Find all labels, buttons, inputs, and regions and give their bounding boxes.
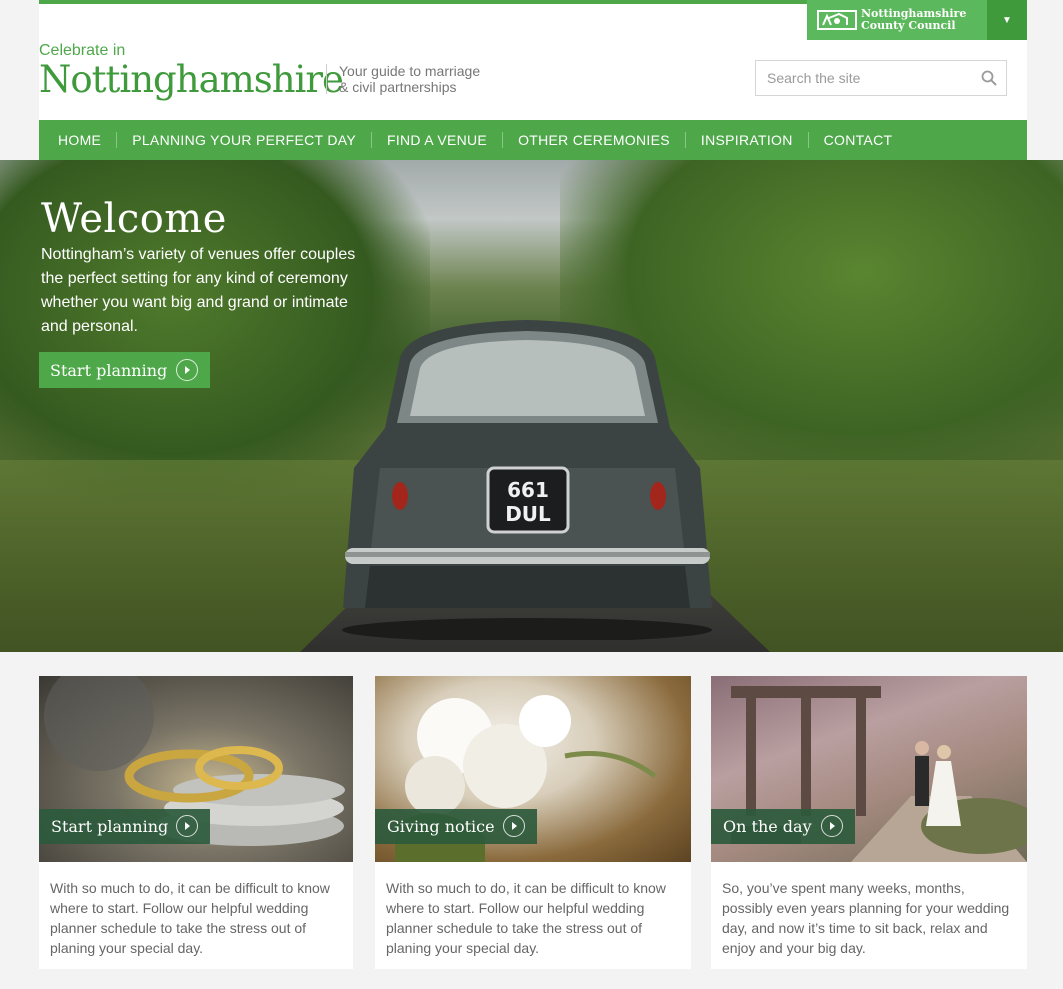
nav-item-planning[interactable]: PLANNING YOUR PERFECT DAY (116, 132, 371, 148)
council-dropdown-toggle[interactable]: ▼ (987, 0, 1027, 40)
card-description: With so much to do, it can be difficult … (386, 880, 666, 956)
hero-title: Welcome (41, 196, 227, 242)
nav-item-find-venue[interactable]: FIND A VENUE (370, 132, 502, 148)
logo-title: Nottinghamshire (39, 58, 344, 101)
search-button[interactable] (972, 61, 1006, 95)
card-giving-notice[interactable]: Giving notice With so much to do, it can… (375, 676, 691, 969)
council-name: Nottinghamshire County Council (861, 8, 966, 32)
vintage-car-image: 661 DUL (342, 320, 712, 640)
tagline-line-2: & civil partnerships (339, 79, 457, 95)
site-header: Celebrate in Nottinghamshire Your guide … (39, 0, 1027, 160)
card-description: With so much to do, it can be difficult … (50, 880, 330, 956)
arrow-right-icon (503, 815, 525, 837)
card-label-text: Giving notice (387, 817, 495, 836)
start-planning-button[interactable]: Start planning (39, 352, 210, 388)
caret-down-icon: ▼ (1002, 14, 1012, 26)
nav-item-inspiration[interactable]: INSPIRATION (684, 132, 808, 148)
arrow-right-icon (821, 815, 843, 837)
search-box (755, 60, 1007, 96)
card-label-giving-notice[interactable]: Giving notice (375, 809, 537, 844)
nav-item-contact[interactable]: CONTACT (807, 132, 908, 148)
card-description: So, you’ve spent many weeks, months, pos… (722, 880, 1010, 956)
card-label-text: On the day (723, 817, 812, 836)
arrow-right-icon (176, 815, 198, 837)
logo-divider (326, 64, 327, 94)
plate-line-2: DUL (505, 502, 551, 526)
search-icon (981, 70, 997, 86)
nav-item-other-ceremonies[interactable]: OTHER CEREMONIES (502, 132, 685, 148)
start-planning-label: Start planning (50, 360, 168, 380)
tagline-line-1: Your guide to marriage (339, 63, 481, 79)
plate-line-1: 661 (507, 478, 549, 502)
council-crest-icon (817, 10, 857, 30)
hero-banner: 661 DUL Welcome Nottingham’s variety of … (0, 160, 1063, 652)
council-name-line-2: County Council (861, 19, 956, 32)
council-link[interactable]: Nottinghamshire County Council (807, 0, 987, 40)
main-nav: HOME PLANNING YOUR PERFECT DAY FIND A VE… (39, 120, 1027, 160)
arrow-right-icon (176, 359, 198, 381)
search-input[interactable] (756, 61, 972, 95)
council-badge: Nottinghamshire County Council ▼ (807, 0, 1027, 40)
nav-item-home[interactable]: HOME (43, 132, 116, 148)
card-label-start-planning[interactable]: Start planning (39, 809, 210, 844)
card-label-text: Start planning (51, 817, 169, 836)
card-on-the-day[interactable]: On the day So, you’ve spent many weeks, … (711, 676, 1027, 969)
hero-text: Nottingham’s variety of venues offer cou… (41, 246, 356, 335)
card-start-planning[interactable]: Start planning With so much to do, it ca… (39, 676, 353, 969)
tagline: Your guide to marriage & civil partnersh… (339, 63, 509, 95)
card-label-on-the-day[interactable]: On the day (711, 809, 855, 844)
feature-cards: Start planning With so much to do, it ca… (39, 676, 1027, 969)
